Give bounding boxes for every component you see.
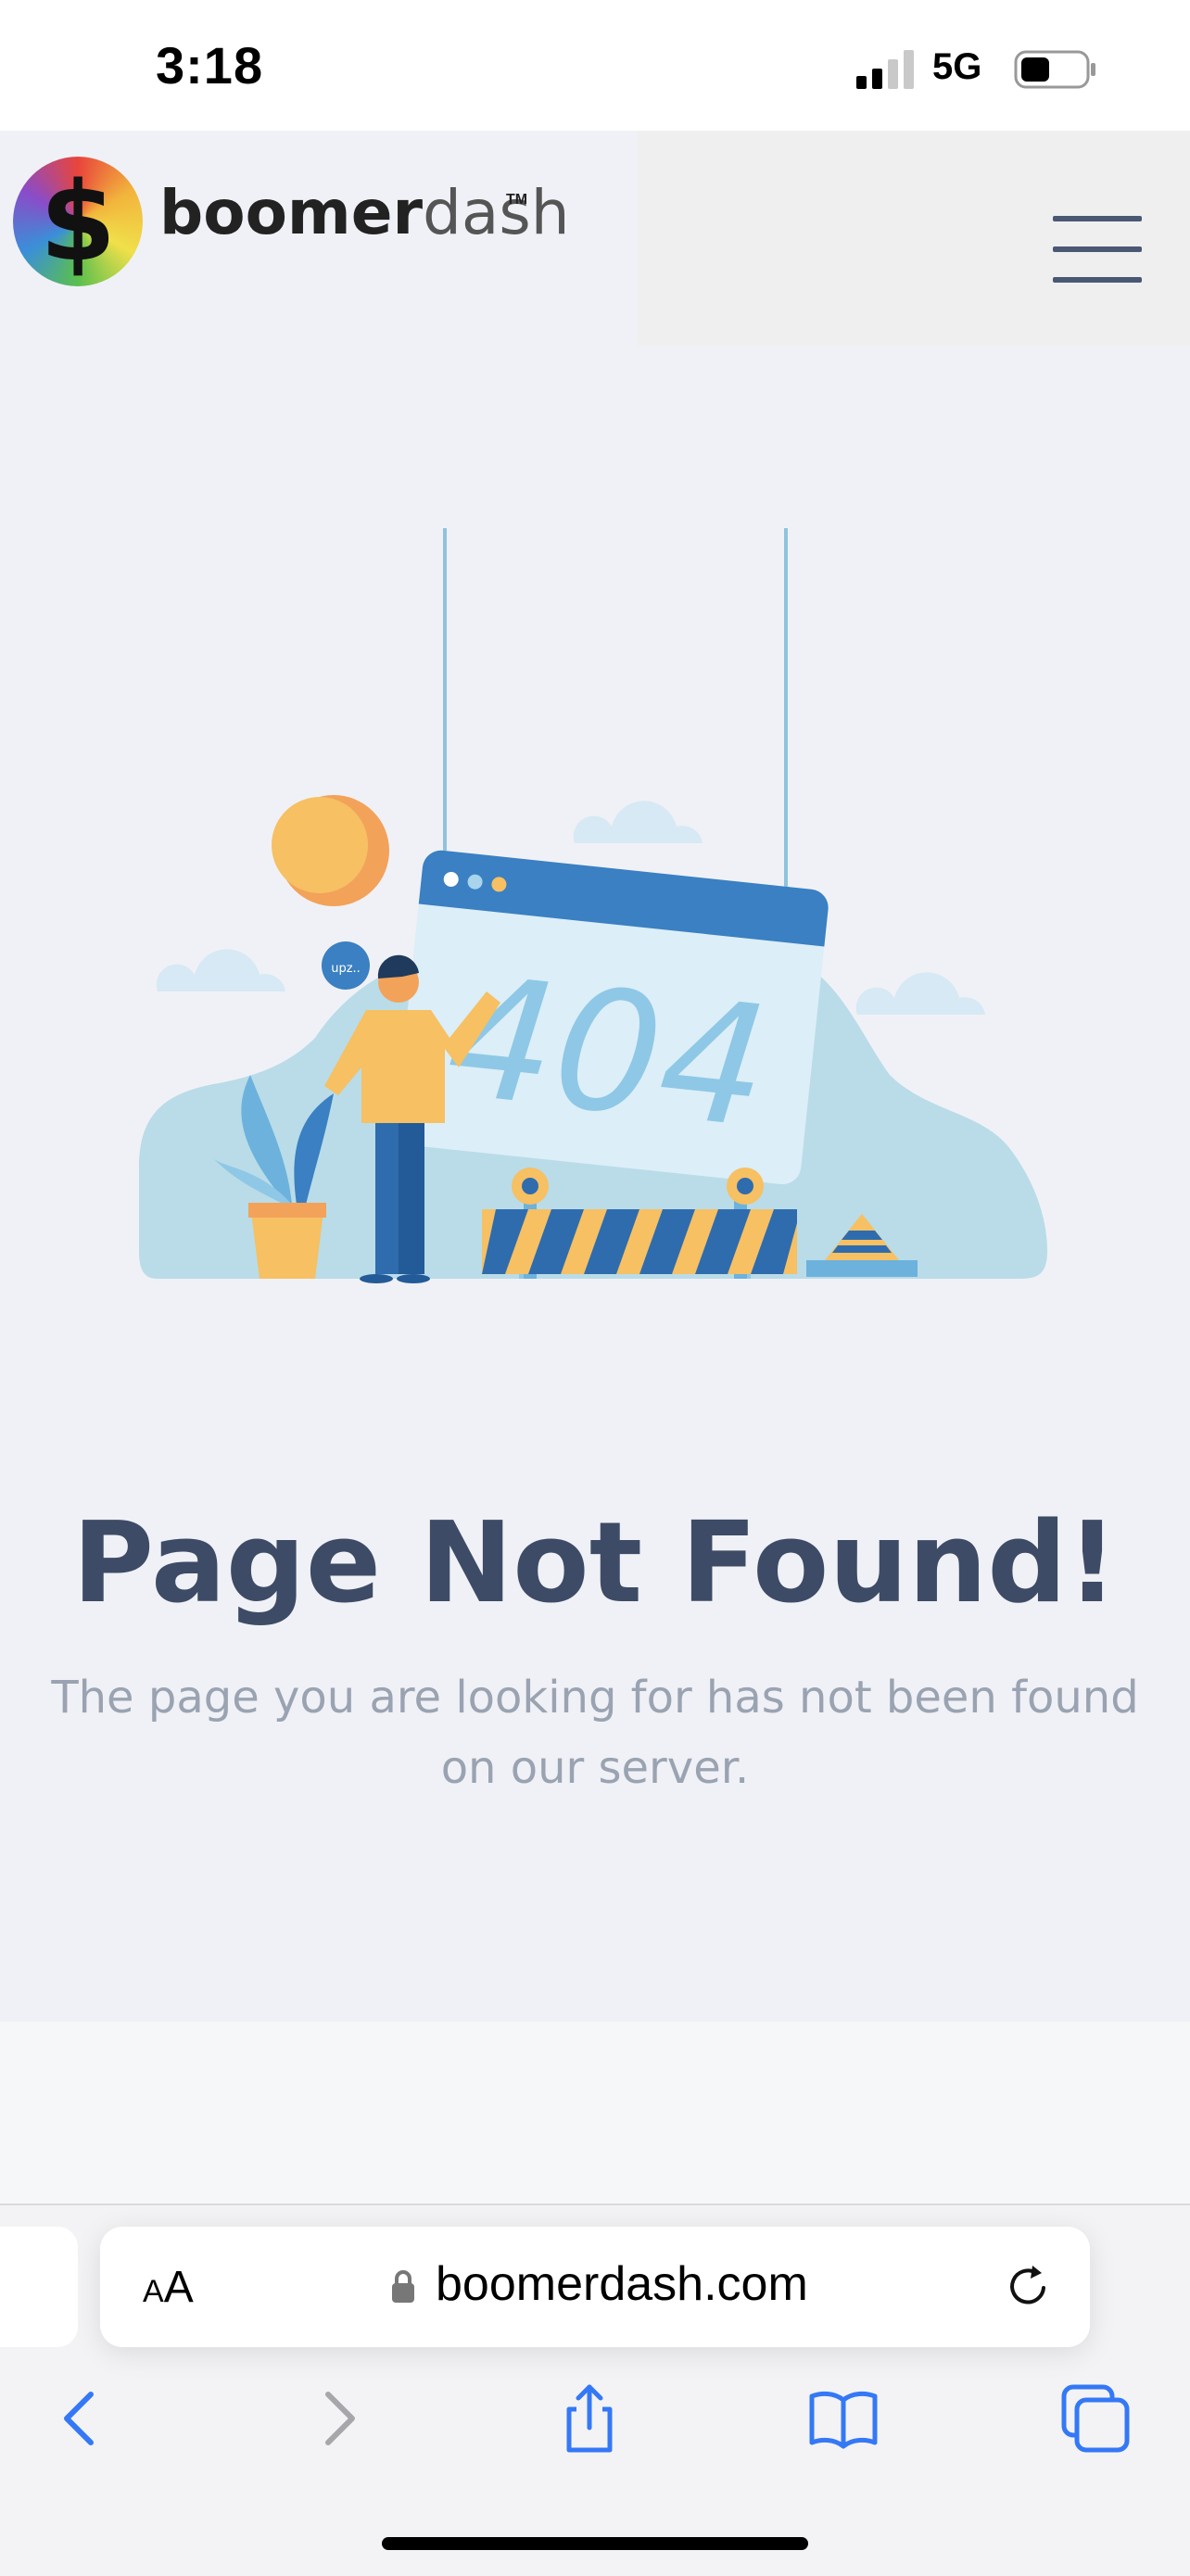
dollar-icon: $: [39, 158, 117, 285]
page-footer-area: [0, 2022, 1190, 2203]
speech-bubble: upz..: [322, 941, 370, 990]
lock-icon: [392, 2270, 414, 2303]
home-indicator: [382, 2537, 808, 2550]
page-title: Page Not Found!: [72, 1499, 1118, 1628]
brand-light: dash: [423, 177, 570, 248]
address-bar[interactable]: AA boomerdash.com: [100, 2227, 1090, 2347]
brand-name: boomerdash: [159, 177, 570, 248]
forward-icon[interactable]: [302, 2381, 376, 2456]
network-label: 5G: [932, 46, 982, 87]
previous-tab-preview[interactable]: [0, 2227, 78, 2347]
tabs-icon[interactable]: [1058, 2381, 1133, 2456]
status-bar: 3:18 5G: [0, 0, 1190, 131]
text-size-button[interactable]: AA: [143, 2262, 194, 2313]
reload-icon[interactable]: [1003, 2260, 1055, 2312]
url-text[interactable]: boomerdash.com: [436, 2256, 808, 2312]
back-icon[interactable]: [43, 2381, 117, 2456]
speech-bubble-text: upz..: [331, 962, 361, 976]
hamburger-menu-icon[interactable]: [1053, 216, 1142, 288]
bookmarks-icon[interactable]: [806, 2381, 880, 2456]
status-time: 3:18: [156, 36, 264, 95]
share-icon[interactable]: [552, 2381, 627, 2456]
error-sign: 404: [395, 850, 829, 1185]
error-code-text: 404: [439, 940, 777, 1166]
404-illustration: 404 upz..: [139, 528, 1047, 1283]
trademark: TM: [506, 192, 528, 208]
page-description: The page you are looking for has not bee…: [51, 1672, 1139, 1794]
signal-icon: [856, 50, 914, 89]
brand-bold: boomer: [159, 177, 424, 248]
site-header: $ boomerdash TM: [0, 131, 1190, 346]
battery-icon: [1014, 50, 1095, 89]
